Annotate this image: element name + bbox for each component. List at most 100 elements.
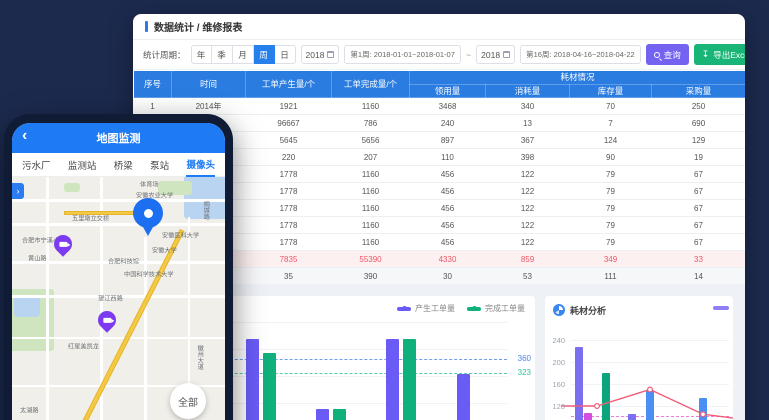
table-cell: 1160	[332, 166, 410, 183]
table-cell: 67	[652, 183, 746, 200]
table-cell: 3468	[410, 98, 486, 115]
period-button-日[interactable]: 日	[275, 45, 296, 64]
bar-series-purple[interactable]	[628, 414, 636, 420]
average-value: 360	[518, 354, 531, 363]
table-cell: 1160	[332, 183, 410, 200]
week-end-input[interactable]: 第16周: 2018-04-16~2018-04-22	[520, 45, 641, 64]
breadcrumb-bar: 数据统计 / 维修报表	[133, 14, 745, 40]
legend-item[interactable]: 产生工单量	[397, 303, 455, 314]
period-button-月[interactable]: 月	[233, 45, 254, 64]
road	[12, 199, 225, 202]
calendar-icon	[503, 51, 510, 58]
bar-series-green[interactable]	[602, 373, 610, 420]
gridline	[571, 384, 729, 385]
table-cell: 53	[486, 268, 570, 285]
screen: 数据统计 / 维修报表 统计周期： 年季月周日 2018 第1周: 2018-0…	[0, 0, 769, 420]
table-cell: 1778	[246, 217, 332, 234]
back-button[interactable]: ‹	[22, 127, 27, 145]
export-excel-button[interactable]: ↧ 导出Excel	[694, 44, 745, 65]
bar-完成工单量[interactable]	[333, 409, 346, 420]
consumable-chart-card: 耗材分析 2402001601208040	[545, 296, 733, 420]
table-cell: 390	[332, 268, 410, 285]
period-label: 统计周期：	[143, 49, 186, 61]
bar-完成工单量[interactable]	[403, 339, 416, 420]
selected-camera-pin[interactable]	[133, 198, 163, 228]
table-cell: 456	[410, 166, 486, 183]
bar-产生工单量[interactable]	[386, 339, 399, 420]
map-label: 红星美凯龙	[68, 341, 99, 350]
table-cell: 67	[652, 166, 746, 183]
period-button-周[interactable]: 周	[254, 45, 275, 64]
group-header: 耗材情况	[410, 71, 746, 85]
bar-产生工单量[interactable]	[316, 409, 329, 420]
table-cell: 456	[410, 234, 486, 251]
table-cell: 1160	[332, 234, 410, 251]
sub-column-header: 领用量	[410, 84, 486, 98]
legend-item[interactable]: 完成工单量	[467, 303, 525, 314]
consumable-plot	[571, 320, 729, 420]
table-cell: 1778	[246, 183, 332, 200]
y-axis-tick: 160	[545, 380, 565, 389]
map-label: 合肥科技馆	[108, 256, 139, 265]
calendar-icon	[327, 51, 334, 58]
table-cell: 4330	[410, 251, 486, 268]
year-start-select[interactable]: 2018	[301, 45, 340, 64]
pie-chart-icon	[553, 304, 565, 316]
table-cell: 1160	[332, 217, 410, 234]
table-cell: 122	[486, 217, 570, 234]
tab-桥梁[interactable]: 桥梁	[114, 153, 133, 177]
map-panel-toggle[interactable]: ›	[12, 183, 24, 199]
phone-screen: ‹ 地图监测 污水厂监测站桥梁泵站摄像头	[12, 123, 225, 420]
legend-marker	[397, 307, 411, 311]
table-cell: 79	[570, 183, 652, 200]
table-cell: 7835	[246, 251, 332, 268]
bar-series-blue[interactable]	[699, 398, 707, 420]
table-cell: 398	[486, 149, 570, 166]
breadcrumb: 数据统计 / 维修报表	[154, 19, 242, 34]
map[interactable]: 体育场安徽农业大学桐城路五里墩立交桥安徽医科大学合肥市宁溪小学安徽大学黄山路合肥…	[12, 177, 225, 420]
tab-泵站[interactable]: 泵站	[150, 153, 169, 177]
table-cell: 122	[486, 200, 570, 217]
sub-column-header: 采购量	[652, 84, 746, 98]
table-cell: 96667	[246, 115, 332, 132]
table-cell: 79	[570, 234, 652, 251]
search-button[interactable]: 查询	[646, 44, 689, 65]
bar-产生工单量[interactable]	[246, 339, 259, 420]
tab-摄像头[interactable]: 摄像头	[186, 153, 215, 177]
table-cell: 122	[486, 183, 570, 200]
tab-污水厂[interactable]: 污水厂	[22, 153, 51, 177]
period-button-年[interactable]: 年	[191, 45, 212, 64]
map-label: 太湖路	[20, 405, 39, 414]
column-header: 时间	[172, 71, 246, 98]
table-cell: 79	[570, 166, 652, 183]
year-end-select[interactable]: 2018	[476, 45, 515, 64]
y-axis-tick: 200	[545, 358, 565, 367]
table-cell: 250	[652, 98, 746, 115]
show-all-button[interactable]: 全部	[170, 383, 206, 419]
range-separator: ~	[466, 50, 471, 60]
bar-series-magenta[interactable]	[584, 413, 592, 420]
phone-mockup: ‹ 地图监测 污水厂监测站桥梁泵站摄像头	[4, 114, 233, 420]
tab-监测站[interactable]: 监测站	[68, 153, 97, 177]
table-cell: 111	[570, 268, 652, 285]
period-button-季[interactable]: 季	[212, 45, 233, 64]
y-axis-tick: 240	[545, 336, 565, 345]
chart-legend: 产生工单量 完成工单量	[397, 303, 525, 314]
table-cell: 1921	[246, 98, 332, 115]
table-cell: 690	[652, 115, 746, 132]
video-camera-icon	[103, 318, 111, 323]
week-start-input[interactable]: 第1周: 2018-01-01~2018-01-07	[344, 45, 460, 64]
bar-series-blue[interactable]	[646, 390, 654, 420]
bar-series-purple[interactable]	[575, 347, 583, 420]
bar-产生工单量[interactable]	[457, 374, 470, 420]
table-cell: 786	[332, 115, 410, 132]
table-cell: 897	[410, 132, 486, 149]
map-label: 桐城路	[201, 201, 210, 220]
table-cell: 122	[486, 166, 570, 183]
table-cell: 1160	[332, 98, 410, 115]
camera-marker[interactable]	[94, 307, 119, 332]
bar-完成工单量[interactable]	[263, 353, 276, 420]
phone-header: ‹ 地图监测	[12, 123, 225, 153]
table-cell: 859	[486, 251, 570, 268]
table-cell: 67	[652, 200, 746, 217]
